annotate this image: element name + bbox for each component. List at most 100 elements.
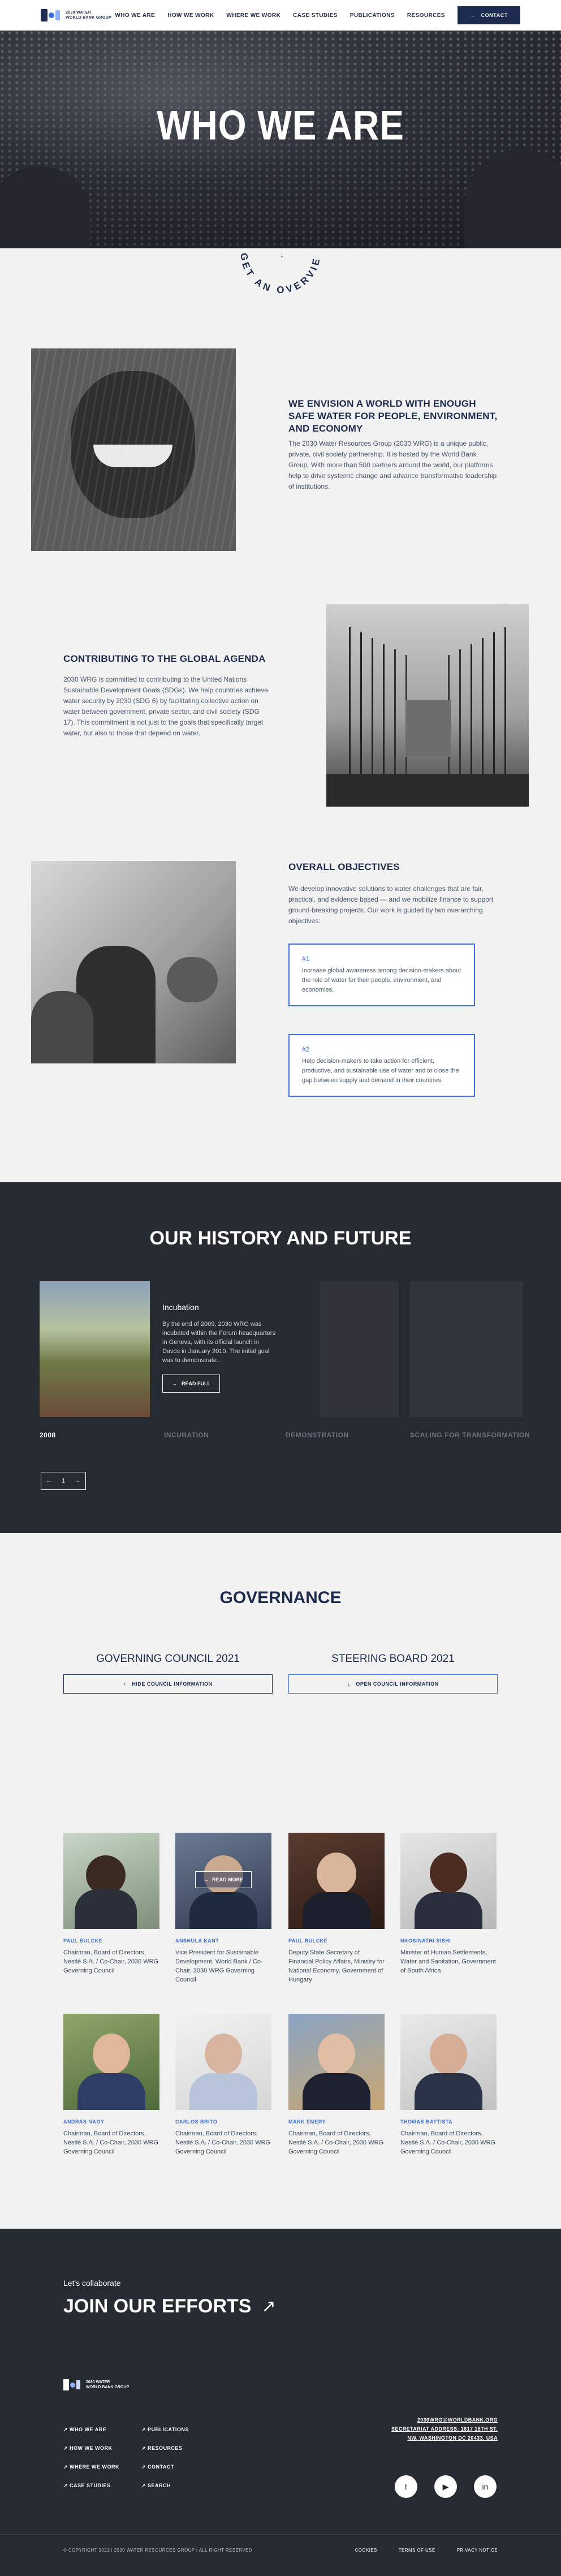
governance-title: GOVERNANCE — [219, 1588, 342, 1607]
member-name: PAUL BULCKE — [288, 1938, 328, 1944]
agenda-text: 2030 WRG is committed to contributing to… — [63, 675, 268, 737]
member-card[interactable]: THOMAS BATTISTA Chairman, Board of Direc… — [400, 2014, 497, 2156]
member-card[interactable]: MARK EMERY Chairman, Board of Directors,… — [288, 2014, 385, 2156]
footer-link[interactable]: ↗ WHERE WE WORK — [63, 2464, 119, 2470]
join-link[interactable]: JOIN OUR EFFORTS ↗ — [63, 2295, 276, 2317]
footer-email[interactable]: 2030WRG@WORLDBANK.ORG — [391, 2415, 498, 2424]
objective-card-1: #1 Increase global awareness among decis… — [288, 944, 475, 1006]
footer-address-2: NW, WASHINGTON DC 20433, USA — [407, 2435, 498, 2441]
read-full-button[interactable]: → READ FULL — [162, 1375, 220, 1393]
linkedin-icon[interactable]: in — [474, 2475, 497, 2498]
page: 2030 WATER WORLD BANK GROUP WHO WE ARE H… — [0, 0, 561, 2576]
nav-case-studies[interactable]: CASE STUDIES — [293, 12, 338, 19]
boy-water-photo — [31, 348, 236, 551]
meeting-photo — [31, 861, 236, 1063]
footer-link[interactable]: ↗ RESOURCES — [141, 2445, 189, 2452]
privacy-link[interactable]: PRIVACY NOTICE — [457, 2548, 498, 2553]
arrow-right-icon[interactable]: → — [75, 1477, 81, 1484]
arrow-left-icon[interactable]: ← — [46, 1477, 52, 1484]
site-logo[interactable]: 2030 WATER WORLD BANK GROUP — [41, 8, 111, 23]
terms-link[interactable]: TERMS OF USE — [399, 2548, 435, 2553]
footer-logo[interactable]: 2030 WATER WORLD BANK GROUP — [63, 2378, 129, 2392]
arrow-up-right-icon: ↗ — [141, 2445, 148, 2451]
arrow-up-icon: ↑ — [123, 1681, 127, 1687]
year-active[interactable]: 2008 — [40, 1431, 56, 1439]
history-section: OUR HISTORY AND FUTURE Incubation By the… — [0, 1182, 561, 1533]
twitter-icon[interactable]: t — [395, 2475, 417, 2498]
board-toggle-button[interactable]: ↓ OPEN COUNCIL INFORMATION — [288, 1674, 498, 1694]
nav-resources[interactable]: RESOURCES — [407, 12, 445, 19]
arrow-up-right-icon: ↗ — [63, 2445, 70, 2451]
member-photo — [63, 1833, 159, 1929]
objective-text: Increase global awareness among decision… — [302, 967, 461, 993]
nav-publications[interactable]: PUBLICATIONS — [350, 12, 395, 19]
nav-where-we-work[interactable]: WHERE WE WORK — [226, 12, 280, 19]
member-name: MARK EMERY — [288, 2119, 326, 2125]
un-flags-photo — [326, 604, 529, 807]
logo-line-1: 2030 WATER — [86, 2380, 110, 2384]
vision-text: The 2030 Water Resources Group (2030 WRG… — [288, 440, 497, 490]
footer-link[interactable]: ↗ CASE STUDIES — [63, 2483, 119, 2489]
objective-card-2: #2 Help decision-makers to take action f… — [288, 1034, 475, 1097]
year-label[interactable]: INCUBATION — [164, 1431, 209, 1439]
objectives-text: We develop innovative solutions to water… — [288, 885, 494, 925]
footer-link[interactable]: ↗ PUBLICATIONS — [141, 2427, 189, 2433]
arrow-up-right-icon: ↗ — [63, 2427, 70, 2432]
member-photo — [400, 1833, 497, 1929]
nav-who-we-are[interactable]: WHO WE ARE — [115, 12, 155, 19]
history-slide-2[interactable] — [320, 1281, 399, 1417]
agenda-heading: CONTRIBUTING TO THE GLOBAL AGENDA — [63, 653, 266, 664]
overview-scroll-link[interactable]: GET AN OVERVIEW ↓ — [224, 199, 337, 295]
board-toggle-label: OPEN COUNCIL INFORMATION — [356, 1681, 439, 1687]
slide-heading: Incubation — [162, 1303, 199, 1312]
copyright: © COPYRIGHT 2021 | 2030 WATER RESOURCES … — [63, 2548, 252, 2553]
year-label[interactable]: SCALING FOR TRANSFORMATION — [410, 1431, 530, 1439]
footer-link[interactable]: ↗ HOW WE WORK — [63, 2445, 119, 2452]
svg-text:GET AN OVERVIEW: GET AN OVERVIEW — [230, 203, 322, 295]
member-photo — [288, 2014, 385, 2110]
contact-button[interactable]: → CONTACT — [457, 6, 520, 24]
site-footer: Let's collaborate JOIN OUR EFFORTS ↗ 203… — [0, 2229, 561, 2576]
logo-icon — [41, 8, 61, 23]
year-label[interactable]: DEMONSTRATION — [286, 1431, 349, 1439]
read-more-button[interactable]: → READ MORE — [195, 1871, 252, 1888]
member-card[interactable]: PAUL BULCKE Chairman, Board of Directors… — [63, 1833, 159, 1975]
member-role: Chairman, Board of Directors, Nestlé S.A… — [400, 2130, 496, 2155]
history-title: OUR HISTORY AND FUTURE — [149, 1227, 412, 1249]
footer-link[interactable]: ↗ CONTACT — [141, 2464, 189, 2470]
sugarcane-photo — [40, 1281, 150, 1417]
council-toggle-label: HIDE COUNCIL INFORMATION — [132, 1681, 213, 1687]
history-slide-3[interactable] — [410, 1281, 523, 1417]
slide-text: By the end of 2009, 2030 WRG was incubat… — [162, 1321, 275, 1364]
read-full-label: READ FULL — [182, 1381, 210, 1386]
arrow-up-right-icon: ↗ — [141, 2427, 148, 2432]
pager-number: 1 — [61, 1477, 66, 1484]
member-role: Chairman, Board of Directors, Nestlé S.A… — [288, 2130, 384, 2155]
member-card[interactable]: → READ MORE ANSHULA KANT Vice President … — [175, 1833, 271, 1984]
arrow-down-icon: ↓ — [280, 250, 284, 259]
member-role: Minister of Human Settlements, Water and… — [400, 1949, 496, 1974]
overview-label: GET AN OVERVIEW — [230, 203, 320, 295]
member-card[interactable]: NKOSINATHI SISHI Minister of Human Settl… — [400, 1833, 497, 1975]
cookies-link[interactable]: COOKIES — [355, 2548, 377, 2553]
member-role: Vice President for Sustainable Developme… — [175, 1949, 263, 1983]
footer-address-1: SECRETARIAT ADDRESS: 1817 18TH ST. — [391, 2426, 498, 2432]
member-photo — [400, 2014, 497, 2110]
footer-link[interactable]: ↗ SEARCH — [141, 2483, 189, 2489]
collab-text: Let's collaborate — [63, 2278, 121, 2288]
nav-how-we-work[interactable]: HOW WE WORK — [167, 12, 214, 19]
logo-line-2: WORLD BANK GROUP — [66, 16, 112, 20]
youtube-icon[interactable]: ▶ — [434, 2475, 457, 2498]
member-card[interactable]: CARLOS BRITO Chairman, Board of Director… — [175, 2014, 271, 2156]
objective-num: #2 — [302, 1045, 310, 1053]
logo-line-2: WORLD BANK GROUP — [86, 2385, 130, 2389]
footer-link[interactable]: ↗ WHO WE ARE — [63, 2427, 119, 2433]
arrow-up-right-icon: ↗ — [63, 2483, 70, 2488]
member-role: Chairman, Board of Directors, Nestlé S.A… — [175, 2130, 271, 2155]
arrow-right-icon: → — [172, 1381, 177, 1386]
member-card[interactable]: PAUL BULCKE Deputy State Secretary of Fi… — [288, 1833, 385, 1984]
member-card[interactable]: ANDRÁS NAGY Chairman, Board of Directors… — [63, 2014, 159, 2156]
council-toggle-button[interactable]: ↑ HIDE COUNCIL INFORMATION — [63, 1674, 273, 1694]
member-photo — [288, 1833, 385, 1929]
member-name: PAUL BULCKE — [63, 1938, 103, 1944]
